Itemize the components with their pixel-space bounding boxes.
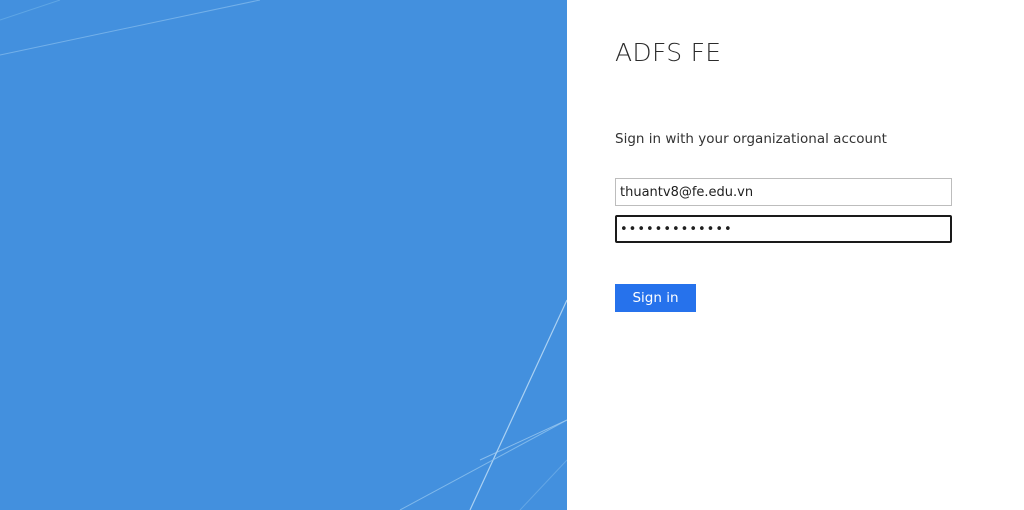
signin-button[interactable]: Sign in xyxy=(615,284,696,312)
illustration-panel xyxy=(0,0,567,510)
decorative-lines xyxy=(0,0,567,510)
username-input[interactable] xyxy=(615,178,952,206)
page-title: ADFS FE xyxy=(615,38,722,67)
signin-heading: Sign in with your organizational account xyxy=(615,131,887,147)
password-input[interactable] xyxy=(615,215,952,243)
signin-panel: ADFS FE Sign in with your organizational… xyxy=(567,0,1024,510)
adfs-signin-page: ADFS FE Sign in with your organizational… xyxy=(0,0,1024,510)
